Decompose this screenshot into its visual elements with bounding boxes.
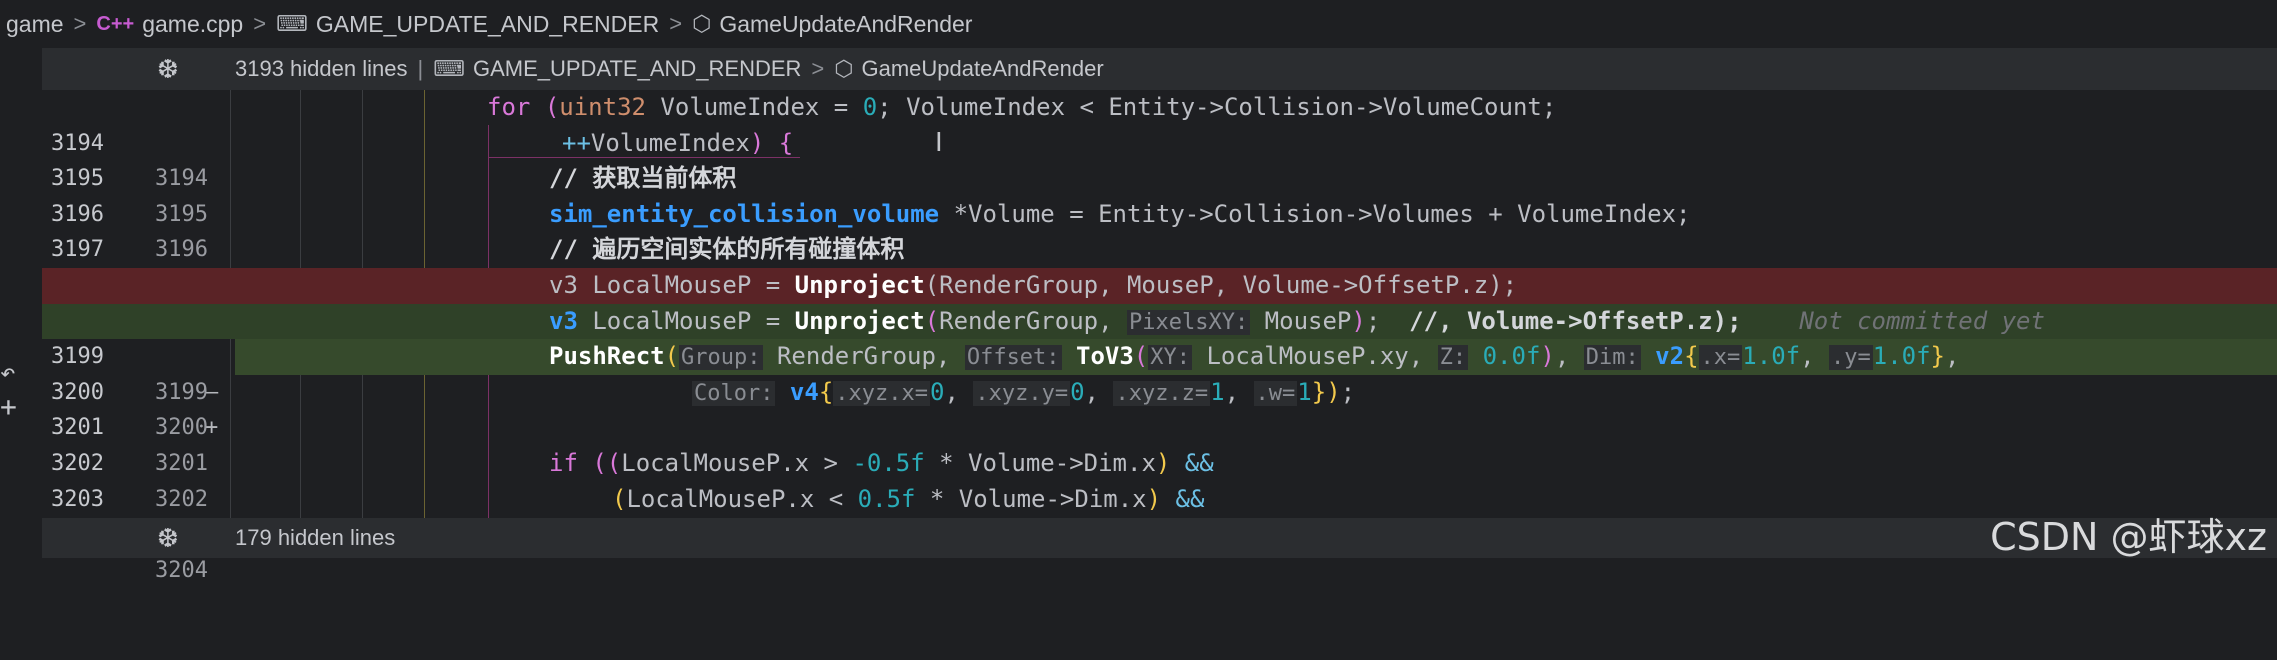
breadcrumb-separator: >: [73, 11, 87, 36]
breadcrumb-separator: >: [253, 11, 267, 36]
code-line: 3195 3195 ++VolumeIndex) {: [51, 128, 794, 227]
text-cursor-icon: I: [935, 128, 943, 158]
macro-icon: ⌨: [276, 11, 308, 36]
breadcrumb-item-function[interactable]: ⬡ GameUpdateAndRender: [692, 11, 972, 38]
cpp-file-icon: C++: [96, 12, 135, 35]
blame-annotation: Not committed yet: [1799, 306, 2045, 335]
unfold-icon[interactable]: ❆: [157, 523, 179, 554]
code-line: 3197 3197 sim_entity_collision_volume *V…: [51, 199, 1691, 298]
breadcrumb-item-macro[interactable]: ⌨ GAME_UPDATE_AND_RENDER: [276, 11, 659, 38]
context-path-macro[interactable]: GAME_UPDATE_AND_RENDER: [473, 56, 801, 82]
code-line-deleted: 3199 — v3 LocalMouseP = Unproject(Render…: [42, 268, 2277, 405]
code-line-added: 3199 + v3 LocalMouseP = Unproject(Render…: [42, 303, 2277, 440]
cube-icon: ⬡: [834, 56, 854, 81]
code-line: 3196 3196 // 获取当前体积: [51, 164, 737, 263]
divider: |: [417, 56, 424, 81]
code-line: 3203 3203 if ((LocalMouseP.x > -0.5f * V…: [51, 449, 1214, 547]
hidden-lines-label: 3193 hidden lines: [235, 56, 408, 81]
bottom-hidden-lines-bar[interactable]: ❆ 179 hidden lines: [42, 518, 2277, 558]
code-line: 3204 3204 (LocalMouseP.x < 0.5f * Volume…: [51, 484, 1205, 583]
code-line: 3194 3194 for (uint32 VolumeIndex = 0; V…: [51, 93, 1557, 192]
code-line: 3202 3202: [51, 450, 208, 512]
breadcrumb-separator: >: [669, 11, 683, 36]
breadcrumb: game > C++ game.cpp > ⌨ GAME_UPDATE_AND_…: [0, 0, 2277, 48]
context-path-function[interactable]: GameUpdateAndRender: [862, 56, 1104, 82]
left-gutter: ↶ +: [0, 90, 42, 530]
revert-icon[interactable]: ↶: [0, 358, 16, 388]
diff-editor[interactable]: 3194 3194 for (uint32 VolumeIndex = 0; V…: [42, 90, 2277, 583]
breadcrumb-separator: >: [811, 56, 825, 81]
hidden-lines-label: 179 hidden lines: [235, 525, 396, 550]
macro-icon: ⌨: [433, 56, 465, 81]
add-icon[interactable]: +: [0, 390, 17, 423]
top-hidden-lines-bar[interactable]: ❆ 3193 hidden lines | ⌨ GAME_UPDATE_AND_…: [42, 48, 2277, 90]
code-line: 3201 3201 Color: v4{.xyz.x=0, .xyz.y=0, …: [51, 377, 1356, 476]
unfold-icon[interactable]: ❆: [157, 54, 179, 85]
code-line: 3200 3200 PushRect(Group: RenderGroup, O…: [51, 342, 1960, 441]
code-line: 3198 3198 // 遍历空间实体的所有碰撞体积: [51, 235, 905, 333]
breadcrumb-item-file[interactable]: C++ game.cpp: [96, 11, 243, 38]
cube-icon: ⬡: [692, 11, 712, 36]
breadcrumb-item-game[interactable]: game: [6, 11, 64, 38]
watermark: CSDN @虾球xz: [1990, 515, 2267, 559]
